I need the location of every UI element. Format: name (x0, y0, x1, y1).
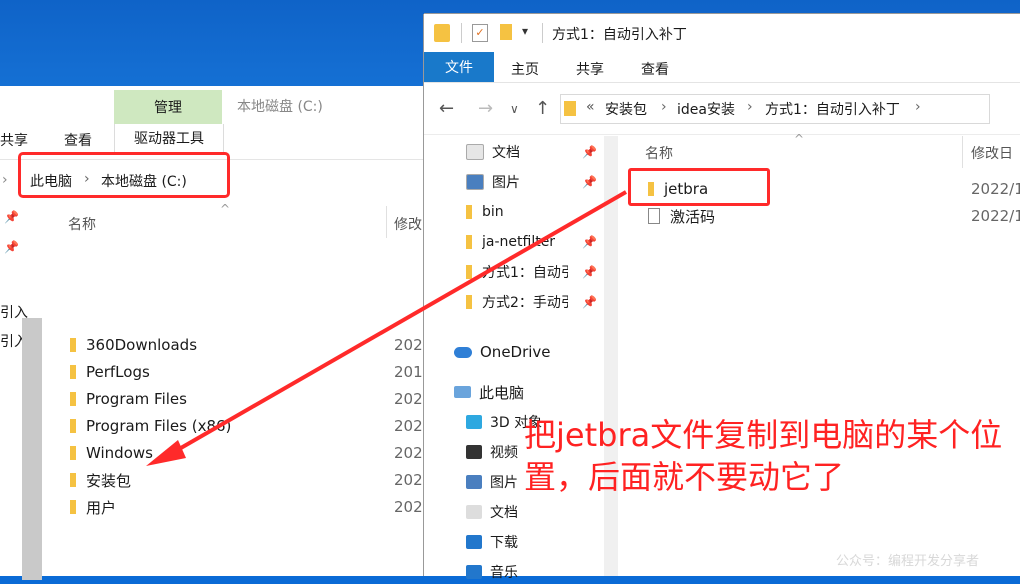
annotation-text: 把jetbra文件复制到电脑的某个位置，后面就不要动它了 (524, 416, 1003, 496)
arrow-head (146, 440, 186, 466)
watermark: 公众号：编程开发分享者 (836, 554, 980, 569)
